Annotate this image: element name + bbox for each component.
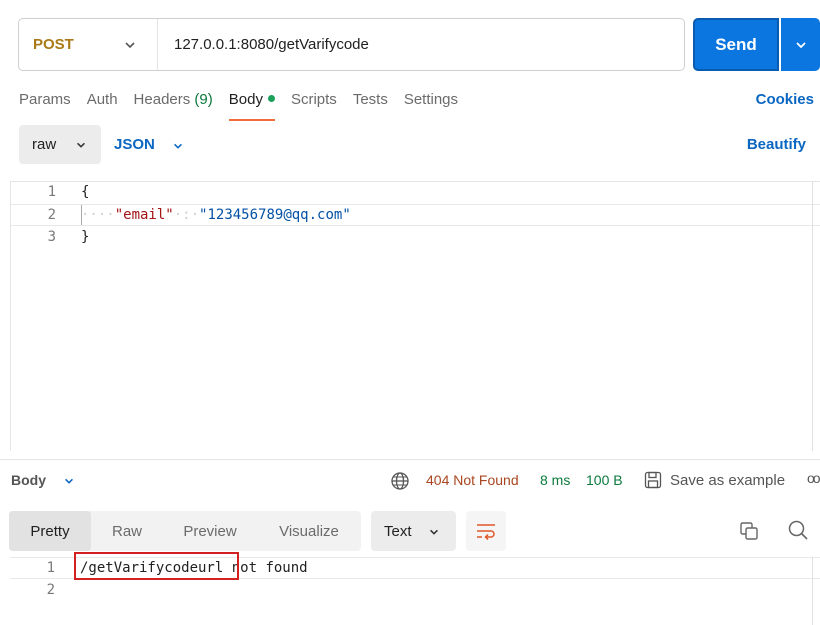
line-number: 2 (46, 582, 55, 598)
response-format-label: Text (384, 522, 412, 540)
method-label: POST (33, 36, 74, 53)
editor-scrollbar[interactable] (812, 182, 820, 451)
annotation-highlight-box (74, 552, 239, 580)
request-url-bar: POST 127.0.0.1:8080/getVarifycode (18, 18, 685, 71)
save-icon[interactable] (643, 470, 663, 490)
code-text: } (81, 229, 90, 245)
body-indicator-dot (267, 95, 275, 102)
wrap-lines-icon (477, 524, 495, 540)
code-text: { (81, 184, 90, 200)
response-format-select[interactable]: Text (371, 511, 456, 551)
line-number: 2 (47, 207, 56, 223)
body-type-select[interactable]: raw (19, 125, 101, 164)
search-icon[interactable] (787, 519, 809, 541)
send-options-button[interactable] (781, 18, 820, 71)
tab-visualize[interactable]: Visualize (257, 511, 361, 551)
tab-raw[interactable]: Raw (91, 511, 163, 551)
line-number: 3 (47, 229, 56, 245)
response-title: Body (11, 472, 46, 488)
send-button[interactable]: Send (693, 18, 779, 71)
format-select[interactable]: JSON (114, 136, 182, 153)
cookies-link[interactable]: Cookies (756, 91, 814, 108)
chevron-down-icon (125, 42, 135, 49)
chevron-down-icon (174, 143, 182, 149)
headers-count: (9) (194, 91, 213, 108)
tab-settings[interactable]: Settings (404, 88, 458, 122)
response-size[interactable]: 100 B (586, 472, 623, 488)
tab-scripts[interactable]: Scripts (291, 88, 337, 122)
format-label: JSON (114, 136, 155, 153)
tab-body[interactable]: Body (228, 88, 276, 122)
code-text: ····"email"·:·"123456789@qq.com" (81, 207, 351, 223)
line-number: 1 (46, 560, 55, 576)
beautify-button[interactable]: Beautify (747, 136, 806, 153)
chevron-down-icon (795, 41, 806, 48)
line-number: 1 (47, 184, 56, 200)
json-key: "email" (114, 207, 174, 223)
response-body[interactable]: 1 /getVarifycodeurl not found 2 (10, 552, 820, 625)
tab-tests[interactable]: Tests (353, 88, 388, 122)
json-value: "123456789@qq.com" (199, 207, 351, 223)
indent-whitespace: ···· (81, 207, 115, 223)
body-editor[interactable]: 1 { 2 ····"email"·:·"123456789@qq.com" 3… (10, 181, 820, 451)
chevron-down-icon (77, 142, 85, 148)
response-scrollbar[interactable] (812, 557, 820, 625)
globe-icon[interactable] (390, 471, 410, 491)
request-tabs: Params Auth Headers (9) Body Scripts Tes… (19, 88, 474, 122)
tab-headers[interactable]: Headers (9) (134, 88, 213, 122)
response-line: 1 /getVarifycodeurl not found (10, 552, 820, 580)
method-select[interactable]: POST (19, 19, 158, 70)
response-line: 2 (10, 580, 820, 602)
body-type-label: raw (32, 136, 57, 153)
chevron-down-icon (430, 529, 438, 535)
response-view-tabs: Pretty Raw Preview Visualize (9, 511, 361, 551)
tab-auth[interactable]: Auth (87, 88, 118, 122)
response-body-select[interactable]: Body (11, 472, 73, 488)
status-badge[interactable]: 404 Not Found (426, 472, 519, 488)
tab-pretty[interactable]: Pretty (9, 511, 91, 551)
more-options-button[interactable]: oo (807, 470, 820, 486)
editor-line: 1 { (11, 182, 820, 204)
wrap-lines-button[interactable] (466, 511, 506, 551)
tab-params[interactable]: Params (19, 88, 71, 122)
pane-divider[interactable] (0, 459, 820, 460)
save-as-example-button[interactable]: Save as example (670, 472, 785, 489)
response-time[interactable]: 8 ms (540, 472, 570, 488)
tab-preview[interactable]: Preview (163, 511, 257, 551)
separator: ·:· (173, 207, 200, 223)
copy-icon[interactable] (738, 520, 760, 542)
url-input[interactable]: 127.0.0.1:8080/getVarifycode (158, 36, 369, 53)
chevron-down-icon (65, 478, 73, 484)
editor-line: 2 ····"email"·:·"123456789@qq.com" (11, 204, 820, 226)
editor-line: 3 } (11, 227, 820, 249)
